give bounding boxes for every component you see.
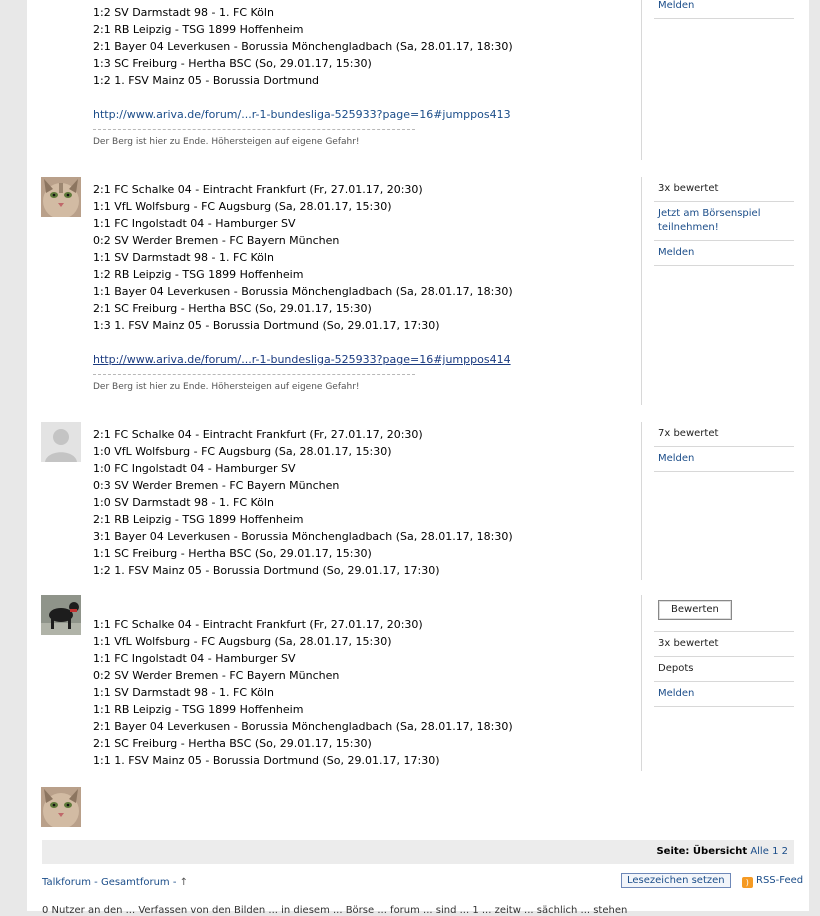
post-line: 1:1 FC Ingolstadt 04 - Hamburger SV	[93, 217, 296, 230]
post-line: 1:1 FC Schalke 04 - Eintracht Frankfurt …	[93, 618, 423, 631]
footer-actions: Lesezeichen setzen ) RSS-Feed	[621, 873, 803, 888]
post-line: 1:1 Bayer 04 Leverkusen - Borussia Mönch…	[93, 285, 513, 298]
post-line: 1:0 VfL Wolfsburg - FC Augsburg (Sa, 28.…	[93, 445, 392, 458]
breadcrumb-link[interactable]: Talkforum - Gesamtforum -	[42, 877, 176, 888]
post-line: 2:1 FC Schalke 04 - Eintracht Frankfurt …	[93, 428, 423, 441]
post-line: 1:2 1. FSV Mainz 05 - Borussia Dortmund	[93, 74, 320, 87]
rss-icon[interactable]: )	[741, 877, 753, 888]
column-divider	[641, 177, 642, 405]
post-sidebar: 3x bewertet Jetzt am Börsenspiel teilneh…	[654, 177, 794, 266]
post-line: 1:3 SC Freiburg - Hertha BSC (So, 29.01.…	[93, 57, 372, 70]
post-sidebar: 7x bewertet Melden	[654, 422, 794, 472]
post-sidebar: Melden	[654, 0, 794, 19]
signature-divider	[93, 374, 415, 375]
post-body: 2:1 FC Schalke 04 - Eintracht Frankfurt …	[93, 426, 638, 579]
dog-avatar-icon	[41, 595, 81, 635]
post-line: 1:3 1. FSV Mainz 05 - Borussia Dortmund …	[93, 319, 440, 332]
melden-link[interactable]: Melden	[654, 0, 794, 19]
post-line: 2:1 SC Freiburg - Hertha BSC (So, 29.01.…	[93, 737, 372, 750]
post-body: 2:1 FC Schalke 04 - Eintracht Frankfurt …	[93, 181, 638, 393]
post-link[interactable]: http://www.ariva.de/forum/...r-1-bundesl…	[93, 106, 638, 123]
post-line: 1:2 SV Darmstadt 98 - 1. FC Köln	[93, 6, 274, 19]
pagination-bar: Seite: Übersicht Alle 1 2	[42, 840, 794, 864]
post-line: 0:3 SV Werder Bremen - FC Bayern München	[93, 479, 340, 492]
post-line: 1:0 SV Darmstadt 98 - 1. FC Köln	[93, 496, 274, 509]
post-line: 2:1 RB Leipzig - TSG 1899 Hoffenheim	[93, 513, 304, 526]
post-line: 1:1 FC Ingolstadt 04 - Hamburger SV	[93, 652, 296, 665]
post-line: 1:1 VfL Wolfsburg - FC Augsburg (Sa, 28.…	[93, 200, 392, 213]
bookmark-button[interactable]: Lesezeichen setzen	[621, 873, 731, 888]
post-line: 0:2 SV Werder Bremen - FC Bayern München	[93, 669, 340, 682]
post-line: 1:2 RB Leipzig - TSG 1899 Hoffenheim	[93, 268, 304, 281]
column-divider	[641, 422, 642, 580]
post-link[interactable]: http://www.ariva.de/forum/...r-1-bundesl…	[93, 351, 638, 368]
post-line: 0:2 SV Werder Bremen - FC Bayern München	[93, 234, 340, 247]
signature-divider	[93, 129, 415, 130]
post-line: 3:1 Bayer 04 Leverkusen - Borussia Mönch…	[93, 530, 513, 543]
breadcrumb: Talkforum - Gesamtforum - ↑	[42, 877, 188, 888]
post-line: 2:1 Bayer 04 Leverkusen - Borussia Mönch…	[93, 40, 513, 53]
pagination-label: Seite: Übersicht	[656, 846, 748, 857]
rating-count: 3x bewertet	[654, 632, 794, 657]
post-line: 2:1 SC Freiburg - Hertha BSC (So, 29.01.…	[93, 302, 372, 315]
depots-link[interactable]: Depots	[654, 657, 794, 682]
post-line: 1:1 VfL Wolfsburg - FC Augsburg (Sa, 28.…	[93, 635, 392, 648]
post-line: 2:1 FC Schalke 04 - Eintracht Frankfurt …	[93, 183, 423, 196]
current-user-avatar	[41, 787, 81, 827]
melden-link[interactable]: Melden	[654, 682, 794, 707]
boersenspiel-link[interactable]: Jetzt am Börsenspiel teilnehmen!	[654, 202, 794, 241]
column-divider	[641, 595, 642, 771]
avatar[interactable]	[41, 422, 81, 462]
default-user-icon	[41, 422, 81, 462]
post-signature: Der Berg ist hier zu Ende. Höhersteigen …	[93, 382, 360, 392]
rating-count: 3x bewertet	[654, 177, 794, 202]
melden-link[interactable]: Melden	[654, 241, 794, 266]
post-line: 1:1 RB Leipzig - TSG 1899 Hoffenheim	[93, 703, 304, 716]
post-line: 1:2 1. FSV Mainz 05 - Borussia Dortmund …	[93, 564, 440, 577]
post-sidebar: Bewerten 3x bewertet Depots Melden	[654, 600, 794, 707]
post-line: 1:0 FC Ingolstadt 04 - Hamburger SV	[93, 462, 296, 475]
column-divider	[641, 0, 642, 160]
page-all-link[interactable]: Alle	[750, 846, 769, 857]
melden-link[interactable]: Melden	[654, 447, 794, 472]
avatar[interactable]	[41, 177, 81, 217]
post-line: 1:1 SC Freiburg - Hertha BSC (So, 29.01.…	[93, 547, 372, 560]
avatar[interactable]	[41, 595, 81, 635]
scroll-up-icon[interactable]: ↑	[180, 877, 188, 888]
forum-page: 1:2 SV Darmstadt 98 - 1. FC Köln 2:1 RB …	[27, 0, 809, 916]
post-line: 1:1 SV Darmstadt 98 - 1. FC Köln	[93, 686, 274, 699]
cat-avatar-icon	[41, 177, 81, 217]
cat-avatar-icon	[41, 787, 81, 827]
page-2-link[interactable]: 2	[782, 846, 788, 857]
post-body: 1:1 FC Schalke 04 - Eintracht Frankfurt …	[93, 616, 638, 769]
rss-feed-link[interactable]: RSS-Feed	[756, 875, 803, 886]
post-body: 1:2 SV Darmstadt 98 - 1. FC Köln 2:1 RB …	[93, 4, 638, 148]
post-signature: Der Berg ist hier zu Ende. Höhersteigen …	[93, 137, 360, 147]
post-line: 2:1 Bayer 04 Leverkusen - Borussia Mönch…	[93, 720, 513, 733]
post-line: 1:1 SV Darmstadt 98 - 1. FC Köln	[93, 251, 274, 264]
pagination: Seite: Übersicht Alle 1 2	[656, 846, 788, 857]
bewerten-button[interactable]: Bewerten	[658, 600, 732, 620]
post-line: 1:1 1. FSV Mainz 05 - Borussia Dortmund …	[93, 754, 440, 767]
rating-count: 7x bewertet	[654, 422, 794, 447]
bewerten-wrap: Bewerten	[654, 600, 794, 632]
page-1-link[interactable]: 1	[772, 846, 778, 857]
post-line: 2:1 RB Leipzig - TSG 1899 Hoffenheim	[93, 23, 304, 36]
